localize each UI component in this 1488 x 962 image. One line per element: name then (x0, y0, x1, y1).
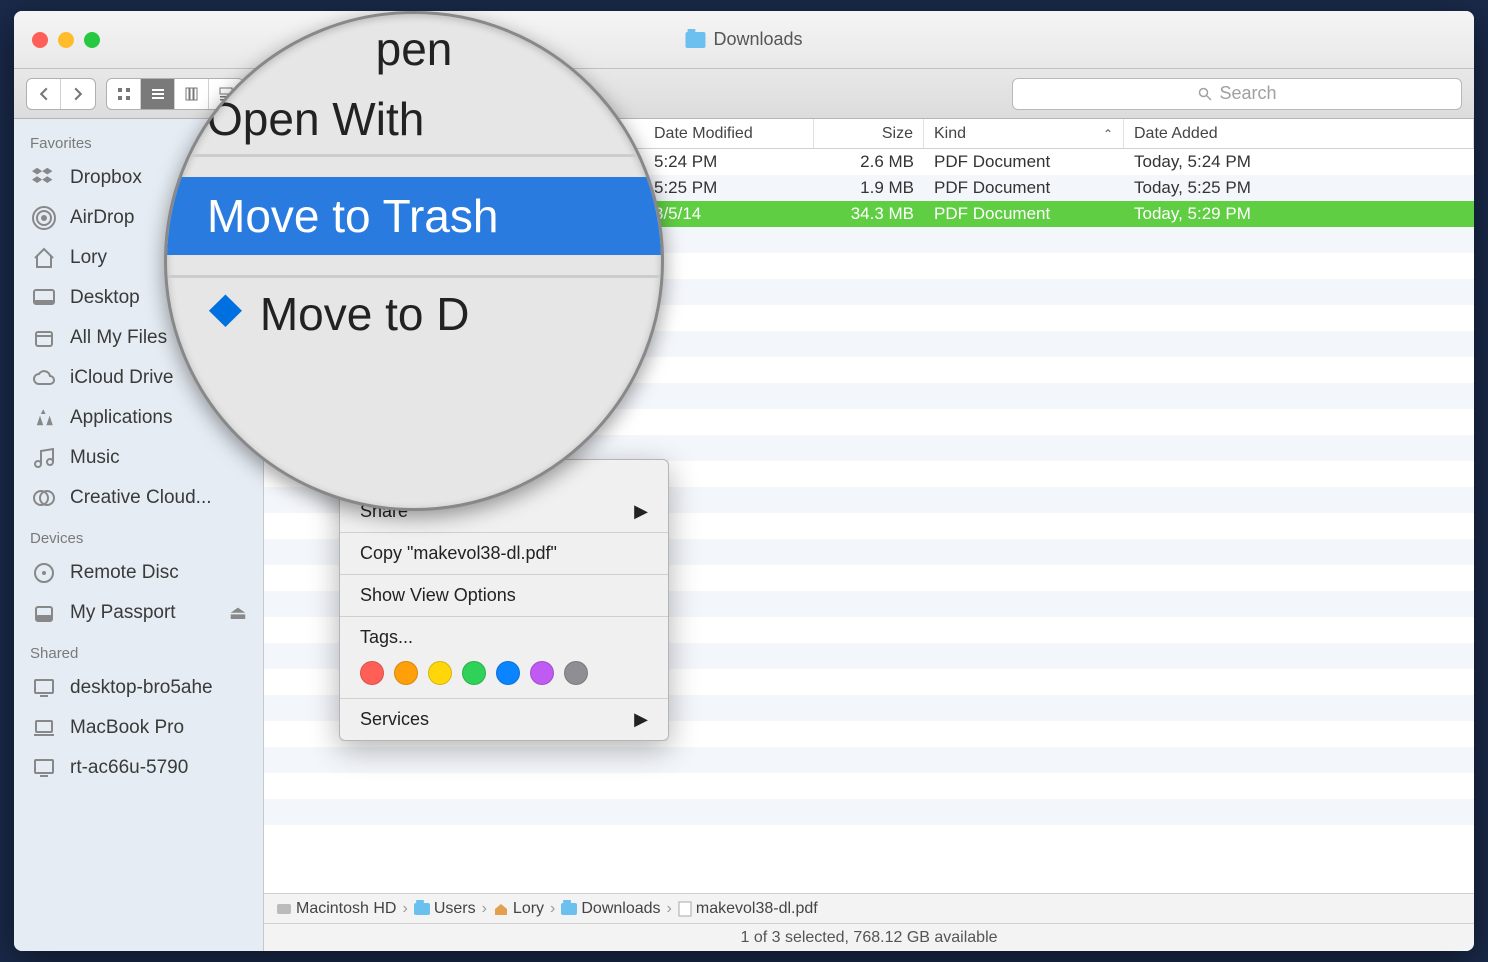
col-date-added[interactable]: Date Added (1124, 119, 1474, 148)
col-date-modified[interactable]: Date Modified (644, 119, 814, 148)
sidebar-item-label: rt-ac66u-5790 (70, 757, 188, 779)
menu-separator (340, 616, 668, 617)
tag-color[interactable] (496, 661, 520, 685)
close-button[interactable] (32, 32, 48, 48)
sidebar-item-label: AirDrop (70, 207, 134, 229)
drive-icon (30, 601, 58, 625)
empty-row (264, 747, 1474, 773)
apps-icon (30, 406, 58, 430)
sidebar-item-label: Dropbox (70, 167, 142, 189)
menu-separator (340, 574, 668, 575)
forward-button[interactable] (61, 79, 95, 109)
path-segment[interactable]: Users (414, 900, 476, 918)
window-title: Downloads (685, 29, 802, 50)
sidebar-item-label: Creative Cloud... (70, 487, 212, 509)
cc-icon (30, 486, 58, 510)
menu-show-view-options[interactable]: Show View Options (340, 580, 668, 611)
eject-icon[interactable]: ⏏ (229, 602, 247, 625)
sidebar-item-label: desktop-bro5ahe (70, 677, 213, 699)
dropbox-icon (30, 166, 58, 190)
tag-color[interactable] (564, 661, 588, 685)
icon-view-button[interactable] (107, 79, 141, 109)
maximize-button[interactable] (84, 32, 100, 48)
path-separator-icon: › (550, 900, 555, 918)
path-bar: Macintosh HD › Users › Lory › Downloads › makevo… (264, 893, 1474, 923)
tag-colors (340, 653, 668, 693)
path-segment[interactable]: Downloads (561, 900, 660, 918)
status-bar: 1 of 3 selected, 768.12 GB available (264, 923, 1474, 951)
mag-move-to-dropbox: ⯁ Move to D (167, 278, 661, 350)
title-text: Downloads (713, 29, 802, 50)
sidebar-item-label: All My Files (70, 327, 167, 349)
path-segment[interactable]: Macintosh HD (276, 900, 396, 918)
path-separator-icon: › (482, 900, 487, 918)
sidebar-item-label: Remote Disc (70, 562, 179, 584)
path-segment[interactable]: Lory (493, 900, 544, 918)
sidebar-item-macbook-pro[interactable]: MacBook Pro (14, 708, 263, 748)
cloud-icon (30, 366, 58, 390)
back-button[interactable] (27, 79, 61, 109)
menu-separator (340, 532, 668, 533)
sidebar-item-label: Lory (70, 247, 107, 269)
window-controls (14, 32, 100, 48)
col-size[interactable]: Size (814, 119, 924, 148)
sidebar-item-remote-disc[interactable]: Remote Disc (14, 553, 263, 593)
sidebar-item-label: My Passport (70, 602, 176, 624)
menu-separator (340, 698, 668, 699)
path-separator-icon: › (667, 900, 672, 918)
tag-color[interactable] (530, 661, 554, 685)
sidebar-section-shared: Shared (14, 633, 263, 668)
finder-window: Downloads Se (14, 11, 1474, 951)
sidebar-item-desktop-bro5ahe[interactable]: desktop-bro5ahe (14, 668, 263, 708)
home-icon (30, 246, 58, 270)
nav-buttons (26, 78, 96, 110)
sidebar-item-label: Applications (70, 407, 172, 429)
sidebar-item-my-passport[interactable]: My Passport ⏏ (14, 593, 263, 633)
computer-icon (30, 676, 58, 700)
titlebar: Downloads (14, 11, 1474, 69)
path-separator-icon: › (402, 900, 407, 918)
sidebar-item-label: MacBook Pro (70, 717, 184, 739)
submenu-arrow-icon: ▶ (634, 501, 648, 522)
minimize-button[interactable] (58, 32, 74, 48)
sidebar-item-music[interactable]: Music (14, 438, 263, 478)
music-icon (30, 446, 58, 470)
airdrop-icon (30, 206, 58, 230)
empty-row (264, 799, 1474, 825)
search-icon (1197, 86, 1213, 102)
menu-services[interactable]: Services▶ (340, 704, 668, 735)
sidebar-section-devices: Devices (14, 518, 263, 553)
menu-copy[interactable]: Copy "makevol38-dl.pdf" (340, 538, 668, 569)
search-input[interactable]: Search (1012, 78, 1462, 110)
sidebar-item-label: Desktop (70, 287, 140, 309)
path-segment[interactable]: makevol38-dl.pdf (678, 900, 818, 918)
search-placeholder: Search (1219, 83, 1276, 104)
col-kind[interactable]: Kind⌃ (924, 119, 1124, 148)
tag-color[interactable] (394, 661, 418, 685)
menu-tags-label[interactable]: Tags... (340, 622, 668, 653)
sidebar-item-creative-cloud-[interactable]: Creative Cloud... (14, 478, 263, 518)
desktop-icon (30, 286, 58, 310)
tag-color[interactable] (428, 661, 452, 685)
folder-icon (685, 32, 705, 48)
sidebar-item-label: Music (70, 447, 120, 469)
tag-color[interactable] (462, 661, 486, 685)
sort-indicator-icon: ⌃ (1103, 127, 1113, 141)
empty-row (264, 773, 1474, 799)
sidebar-item-label: iCloud Drive (70, 367, 173, 389)
list-view-button[interactable] (141, 79, 175, 109)
mag-move-to-trash[interactable]: Move to Trash (167, 177, 661, 255)
magnifier-overlay: pen Open With Move to Trash ⯁ Move to D (164, 11, 664, 511)
dropbox-icon: ⯁ (207, 286, 244, 342)
sidebar-item-rt-ac66u-5790[interactable]: rt-ac66u-5790 (14, 748, 263, 788)
empty-row (264, 825, 1474, 851)
laptop-icon (30, 716, 58, 740)
computer-icon (30, 756, 58, 780)
column-view-button[interactable] (175, 79, 209, 109)
tag-color[interactable] (360, 661, 384, 685)
submenu-arrow-icon: ▶ (634, 709, 648, 730)
allfiles-icon (30, 326, 58, 350)
disc-icon (30, 561, 58, 585)
mag-open-with: Open With (167, 84, 661, 154)
